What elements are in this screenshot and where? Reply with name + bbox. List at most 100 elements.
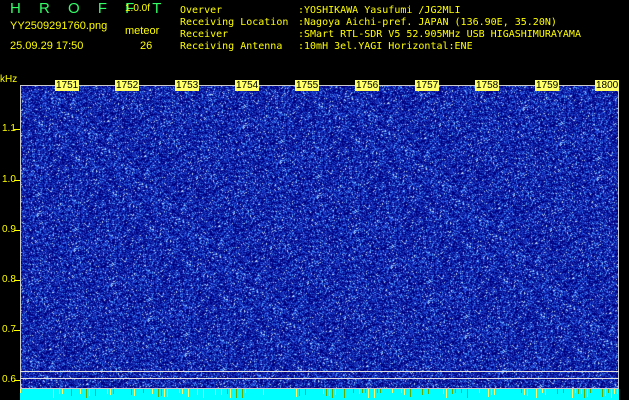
signal-tick xyxy=(491,389,492,395)
info-key: Overver xyxy=(180,5,223,16)
info-key: Receiver xyxy=(180,29,229,40)
y-tick xyxy=(14,330,20,331)
signal-tick xyxy=(422,389,423,395)
signal-tick xyxy=(524,389,525,395)
signal-tick xyxy=(542,389,543,393)
signal-tick xyxy=(521,389,522,393)
signal-tick xyxy=(59,389,60,394)
signal-tick xyxy=(89,389,90,396)
signal-tick xyxy=(263,389,264,395)
time-label: 1756 xyxy=(355,80,380,91)
signal-tick xyxy=(236,389,237,398)
time-label: 1759 xyxy=(535,80,560,91)
signal-tick xyxy=(164,389,165,397)
signal-tick xyxy=(95,389,96,396)
time-label: 1755 xyxy=(295,80,320,91)
signal-tick xyxy=(143,389,144,393)
signal-tick xyxy=(374,389,375,398)
signal-tick xyxy=(197,389,198,395)
signal-tick xyxy=(359,389,360,394)
signal-tick xyxy=(326,389,327,396)
y-tick xyxy=(14,380,20,381)
signal-tick xyxy=(161,389,162,396)
signal-tick xyxy=(608,389,609,393)
signal-tick xyxy=(134,389,135,396)
signal-tick xyxy=(443,389,444,394)
signal-tick xyxy=(617,389,618,394)
signal-tick xyxy=(614,389,615,394)
signal-tick xyxy=(71,389,72,396)
y-tick xyxy=(14,129,20,130)
time-label: 1758 xyxy=(475,80,500,91)
baseline-line xyxy=(20,371,619,372)
signal-tick xyxy=(557,389,558,394)
bottom-signal-bar xyxy=(20,389,619,400)
signal-tick xyxy=(20,389,21,393)
time-label: 1800 xyxy=(595,80,620,91)
signal-tick xyxy=(323,389,324,394)
signal-tick xyxy=(545,389,546,395)
signal-tick xyxy=(110,389,111,395)
signal-tick xyxy=(227,389,228,394)
spectrogram-noise xyxy=(21,86,618,388)
signal-tick xyxy=(86,389,87,398)
signal-tick xyxy=(572,389,573,398)
signal-tick xyxy=(452,389,453,394)
signal-tick xyxy=(182,389,183,394)
signal-tick xyxy=(587,389,588,397)
signal-tick xyxy=(152,389,153,394)
signal-tick xyxy=(581,389,582,394)
spectrogram-plot xyxy=(20,85,619,389)
signal-tick xyxy=(392,389,393,393)
meteor-label: meteor xyxy=(125,25,160,37)
signal-tick xyxy=(455,389,456,393)
info-receiver: Receiver :SMart RTL-SDR V5 52.905MHz USB … xyxy=(180,29,581,40)
signal-tick xyxy=(611,389,612,398)
version-label: 1.0.0f xyxy=(125,3,151,14)
signal-tick xyxy=(203,389,204,398)
signal-tick xyxy=(377,389,378,393)
signal-tick xyxy=(230,389,231,398)
signal-tick xyxy=(344,389,345,398)
signal-tick xyxy=(368,389,369,398)
signal-tick xyxy=(215,389,216,395)
signal-tick xyxy=(332,389,333,398)
signal-tick xyxy=(242,389,243,398)
info-key: Receiving Antenna xyxy=(180,41,283,52)
time-label: 1757 xyxy=(415,80,440,91)
signal-tick xyxy=(365,389,366,393)
info-value: :Nagoya Aichi-pref. JAPAN (136.90E, 35.2… xyxy=(298,17,557,28)
signal-tick xyxy=(62,389,63,394)
signal-tick xyxy=(113,389,114,394)
signal-tick xyxy=(80,389,81,394)
signal-tick xyxy=(299,389,300,396)
signal-tick xyxy=(245,389,246,393)
info-value: :10mH 3el.YAGI Horizontal:ENE xyxy=(298,41,473,52)
signal-tick xyxy=(410,389,411,397)
signal-tick xyxy=(575,389,576,393)
signal-tick xyxy=(536,389,537,398)
filename-label: YY2509291760.png xyxy=(10,20,108,32)
info-antenna: Receiving Antenna :10mH 3el.YAGI Horizont… xyxy=(180,41,473,52)
signal-tick xyxy=(167,389,168,397)
info-value: :SMart RTL-SDR V5 52.905MHz USB HIGASHIM… xyxy=(298,29,581,40)
signal-tick xyxy=(329,389,330,396)
signal-tick xyxy=(467,389,468,398)
y-axis-unit: kHz xyxy=(0,74,18,85)
signal-tick xyxy=(479,389,480,393)
signal-tick xyxy=(605,389,606,396)
signal-tick xyxy=(188,389,189,397)
signal-tick xyxy=(107,389,108,394)
signal-tick xyxy=(461,389,462,393)
signal-tick xyxy=(305,389,306,395)
signal-tick xyxy=(563,389,564,393)
time-label: 1751 xyxy=(55,80,80,91)
info-value: :YOSHIKAWA Yasufumi /JG2MLI xyxy=(298,5,461,16)
signal-tick xyxy=(353,389,354,393)
y-tick xyxy=(14,280,20,281)
signal-tick xyxy=(602,389,603,397)
signal-tick xyxy=(362,389,363,393)
info-location: Receiving Location:Nagoya Aichi-pref. JA… xyxy=(180,17,557,28)
signal-tick xyxy=(53,389,54,398)
info-observer: Overver :YOSHIKAWA Yasufumi /JG2MLI xyxy=(180,5,461,16)
